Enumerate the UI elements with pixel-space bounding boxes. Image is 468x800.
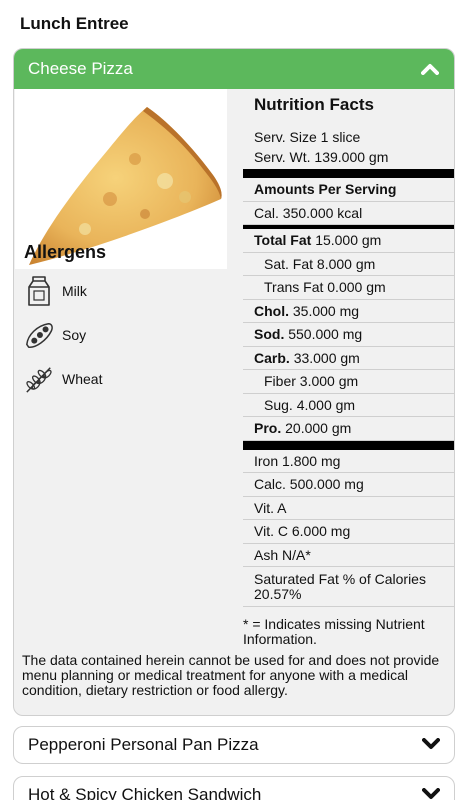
cholesterol-row: Chol. 35.000 mg xyxy=(243,300,454,323)
menu-item-name: Hot & Spicy Chicken Sandwich xyxy=(28,785,262,800)
allergen-label: Soy xyxy=(62,327,87,343)
menu-item-header[interactable]: Cheese Pizza xyxy=(14,49,454,89)
sugar-row: Sug. 4.000 gm xyxy=(243,394,454,417)
menu-item-card-spicy-chicken[interactable]: Hot & Spicy Chicken Sandwich xyxy=(13,776,455,800)
amounts-header: Amounts Per Serving xyxy=(243,178,454,202)
page-title: Lunch Entree xyxy=(20,14,129,33)
menu-item-card-cheese-pizza: Cheese Pizza Allergens Milk Soy Wheat Nu… xyxy=(13,48,455,716)
vitamin-a-row: Vit. A xyxy=(243,497,454,520)
serving-info: Serv. Size 1 slice Serv. Wt. 139.000 gm xyxy=(243,127,454,169)
iron-row: Iron 1.800 mg xyxy=(243,450,454,473)
chevron-down-icon[interactable] xyxy=(422,735,440,755)
fiber-row: Fiber 3.000 gm xyxy=(243,370,454,394)
sodium-row: Sod. 550.000 mg xyxy=(243,323,454,347)
calories-row: Cal. 350.000 kcal xyxy=(243,202,454,225)
serving-weight: Serv. Wt. 139.000 gm xyxy=(254,149,389,165)
nutrition-facts-panel: Nutrition Facts Serv. Size 1 slice Serv.… xyxy=(243,91,454,607)
chevron-up-icon[interactable] xyxy=(420,59,440,79)
trans-fat-row: Trans Fat 0.000 gm xyxy=(243,276,454,300)
allergen-soy: Soy xyxy=(24,319,86,351)
vitamin-c-row: Vit. C 6.000 mg xyxy=(243,520,454,544)
milk-carton-icon xyxy=(24,275,54,307)
menu-item-name: Pepperoni Personal Pan Pizza xyxy=(28,735,259,754)
menu-item-card-pepperoni-pizza[interactable]: Pepperoni Personal Pan Pizza xyxy=(13,726,455,764)
disclaimer-text: The data contained herein cannot be used… xyxy=(22,652,440,698)
thick-divider xyxy=(243,440,454,450)
total-fat-row: Total Fat 15.000 gm xyxy=(243,229,454,253)
serving-size: Serv. Size 1 slice xyxy=(254,129,361,145)
sat-fat-percent-row: Saturated Fat % of Calories 20.57% xyxy=(243,567,454,607)
missing-nutrient-note: * = Indicates missing Nutrient Informati… xyxy=(243,616,425,647)
thick-divider xyxy=(243,169,454,178)
carb-row: Carb. 33.000 gm xyxy=(243,347,454,370)
soybean-icon xyxy=(24,319,54,351)
sat-fat-row: Sat. Fat 8.000 gm xyxy=(243,253,454,276)
protein-row: Pro. 20.000 gm xyxy=(243,417,454,441)
allergens-title: Allergens xyxy=(24,242,107,262)
wheat-icon xyxy=(24,363,54,395)
chevron-down-icon[interactable] xyxy=(422,785,440,800)
allergen-milk: Milk xyxy=(24,275,87,307)
menu-item-name: Cheese Pizza xyxy=(28,59,133,78)
allergen-label: Wheat xyxy=(62,371,103,387)
allergen-wheat: Wheat xyxy=(24,363,102,395)
allergen-label: Milk xyxy=(62,283,87,299)
ash-row: Ash N/A* xyxy=(243,544,454,567)
nutrition-facts-title: Nutrition Facts xyxy=(254,95,374,114)
calcium-row: Calc. 500.000 mg xyxy=(243,473,454,497)
